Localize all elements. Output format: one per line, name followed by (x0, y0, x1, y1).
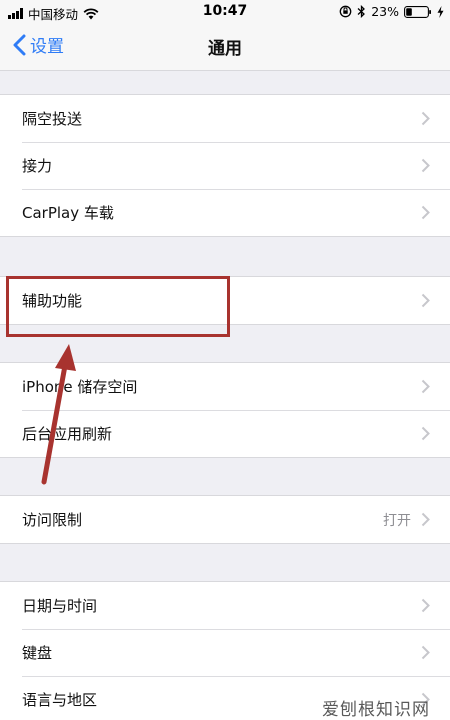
settings-group-sharing: 隔空投送 接力 CarPlay 车载 (0, 94, 450, 237)
page-title: 通用 (208, 39, 242, 59)
row-label: iPhone 储存空间 (22, 378, 138, 396)
chevron-right-icon (421, 379, 430, 394)
chevron-right-icon (421, 205, 430, 220)
row-keyboard[interactable]: 键盘 (0, 629, 450, 676)
row-handoff[interactable]: 接力 (0, 142, 450, 189)
row-value: 打开 (383, 512, 411, 529)
settings-group-restrictions: 访问限制 打开 (0, 495, 450, 544)
row-label: 后台应用刷新 (22, 425, 113, 443)
settings-group-storage: iPhone 储存空间 后台应用刷新 (0, 362, 450, 458)
orientation-lock-icon (339, 5, 352, 18)
row-carplay[interactable]: CarPlay 车载 (0, 189, 450, 236)
status-bar: 中国移动 10:47 23% (0, 0, 450, 24)
chevron-right-icon (421, 158, 430, 173)
row-restrictions[interactable]: 访问限制 打开 (0, 496, 450, 543)
chevron-right-icon (421, 293, 430, 308)
row-label: 日期与时间 (22, 597, 98, 615)
battery-percent: 23% (371, 4, 399, 19)
chevron-right-icon (421, 426, 430, 441)
row-label: CarPlay 车载 (22, 204, 114, 222)
chevron-right-icon (421, 598, 430, 613)
row-label: 隔空投送 (22, 110, 83, 128)
charging-bolt-icon (437, 5, 444, 18)
chevron-right-icon (421, 111, 430, 126)
chevron-right-icon (421, 645, 430, 660)
bluetooth-icon (357, 5, 366, 18)
row-iphone-storage[interactable]: iPhone 储存空间 (0, 363, 450, 410)
chevron-right-icon (421, 512, 430, 527)
annotation-highlight-box (6, 276, 230, 337)
battery-icon (404, 5, 431, 18)
status-right: 23% (339, 4, 444, 19)
row-background-app-refresh[interactable]: 后台应用刷新 (0, 410, 450, 457)
navigation-bar: 设置 通用 (0, 24, 450, 71)
row-label: 访问限制 (22, 511, 83, 529)
settings-general-screen: 中国移动 10:47 23% 设置 通用 隔空投送 接力 CarPlay 车载 … (0, 0, 450, 720)
watermark-text: 爱刨根知识网 (322, 700, 430, 720)
row-label: 键盘 (22, 644, 53, 662)
row-date-time[interactable]: 日期与时间 (0, 582, 450, 629)
row-airdrop[interactable]: 隔空投送 (0, 95, 450, 142)
row-label: 接力 (22, 157, 53, 175)
